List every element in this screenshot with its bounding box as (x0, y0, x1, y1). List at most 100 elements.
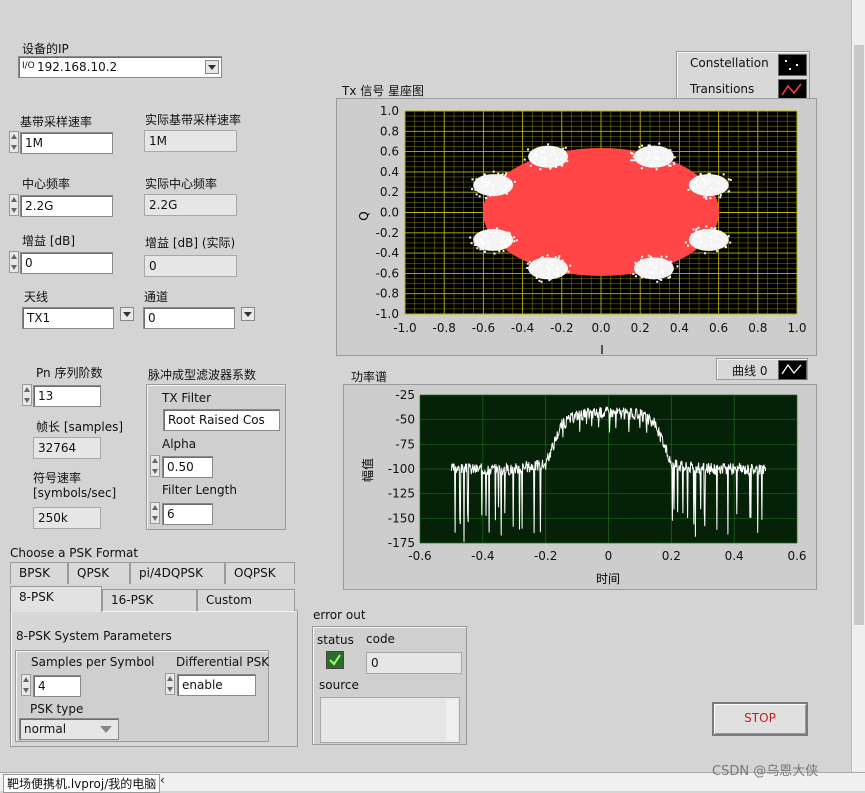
symbol-rate-label-1: 符号速率 (33, 471, 82, 485)
io-icon: I/O (22, 61, 35, 71)
spectrum-graph[interactable]: -0.6 -0.4 -0.2 0 0.2 0.4 0.6 -25 -50 -75 -100 -125 -… (343, 384, 817, 590)
error-source-label: source (319, 678, 359, 692)
pn-order-label: Pn 序列阶数 (36, 366, 103, 380)
spectrum-xtick: -0.2 (534, 549, 557, 563)
error-source-indicator (320, 697, 460, 743)
constellation-ytick: -0.8 (376, 287, 399, 301)
spectrum-xtick: 0 (605, 549, 613, 563)
psk-type-label: PSK type (30, 702, 84, 716)
sps-spinner[interactable] (21, 674, 31, 696)
symbol-rate-indicator: 250k (33, 507, 101, 529)
error-code-indicator: 0 (366, 652, 462, 674)
vertical-scrollbar[interactable] (851, 0, 865, 772)
stop-button[interactable]: STOP (712, 702, 808, 736)
differential-psk-spinner[interactable] (165, 673, 175, 695)
actual-baseband-rate-indicator: 1M (144, 130, 237, 152)
channel-dropdown-button[interactable] (241, 307, 255, 321)
constellation-ytick: 0.4 (380, 165, 399, 179)
spectrum-xtick: -0.4 (471, 549, 494, 563)
transitions-region (483, 148, 719, 276)
spectrum-ytick: -125 (388, 487, 415, 501)
antenna-ring[interactable]: TX1 (22, 307, 114, 329)
tab-8psk[interactable]: 8-PSK (10, 586, 102, 612)
error-status-label: status (317, 633, 354, 647)
device-ip-combo[interactable]: I/O 192.168.10.2 (18, 56, 222, 78)
constellation-ytick: -0.2 (376, 226, 399, 240)
legend-transitions-label: Transitions (690, 82, 755, 96)
filter-group-label: 脉冲成型滤波器系数 (148, 368, 257, 382)
gain-label: 增益 [dB] (22, 234, 76, 248)
status-check-icon (326, 651, 344, 669)
frame-length-label: 帧长 [samples] (36, 420, 124, 434)
constellation-ytick: 0.0 (380, 206, 399, 220)
alpha-spinner[interactable] (150, 455, 160, 477)
spectrum-title: 功率谱 (351, 370, 388, 384)
constellation-title: Tx 信号 星座图 (342, 84, 425, 98)
actual-gain-indicator: 0 (144, 255, 237, 277)
scroll-left-icon[interactable]: ‹ (160, 773, 165, 787)
actual-center-freq-indicator: 2.2G (144, 194, 237, 216)
tab-pi4dqpsk[interactable]: pi/4DQPSK (130, 562, 225, 584)
spectrum-ytick: -50 (395, 413, 415, 427)
symbol-rate-label-2: [symbols/sec] (33, 486, 117, 500)
tx-filter-ring[interactable]: Root Raised Cos (163, 409, 280, 431)
channel-ring[interactable]: 0 (143, 307, 235, 329)
baseband-rate-spinner[interactable] (9, 131, 19, 153)
spectrum-ytick: -100 (388, 462, 415, 476)
spectrum-xlabel: 时间 (596, 572, 620, 586)
filter-length-label: Filter Length (162, 483, 237, 497)
legend-constellation-label: Constellation (690, 56, 769, 70)
center-freq-label: 中心频率 (22, 177, 71, 191)
constellation-xtick: 0.0 (591, 321, 610, 335)
gain-spinner[interactable] (9, 251, 19, 273)
sps-label: Samples per Symbol (31, 655, 155, 669)
filter-length-spinner[interactable] (150, 502, 160, 524)
tab-bpsk[interactable]: BPSK (10, 562, 68, 584)
spectrum-ytick: -175 (388, 536, 415, 550)
baseband-rate-input[interactable]: 1M (20, 132, 113, 154)
psk-type-select[interactable]: normal (19, 718, 119, 740)
constellation-xtick: -0.4 (511, 321, 534, 335)
center-freq-input[interactable]: 2.2G (20, 195, 113, 217)
gain-input[interactable]: 0 (20, 252, 113, 274)
alpha-input[interactable]: 0.50 (162, 456, 213, 478)
antenna-label: 天线 (24, 290, 49, 304)
actual-gain-label: 增益 [dB] (实际) (145, 236, 236, 250)
constellation-ytick: -0.6 (376, 266, 399, 280)
spectrum-xtick: 0.4 (725, 549, 744, 563)
filter-length-input[interactable]: 6 (162, 503, 213, 525)
sps-input[interactable]: 4 (33, 675, 81, 697)
error-code-label: code (366, 632, 395, 646)
constellation-ytick: -1.0 (376, 307, 399, 321)
pn-order-spinner[interactable] (22, 384, 32, 406)
error-out-title: error out (313, 608, 366, 622)
constellation-graph[interactable]: -1.0 -0.8 -0.6 -0.4 -0.2 0.0 0.2 0.4 0.6 0.8 1.0 1.… (336, 98, 817, 356)
watermark: CSDN @乌恩大侠 (712, 764, 819, 779)
spectrum-ytick: -150 (388, 511, 415, 525)
device-ip-label: 设备的IP (22, 42, 69, 56)
center-freq-spinner[interactable] (9, 194, 19, 216)
spectrum-ylabel: 幅值 (360, 458, 375, 482)
differential-psk-ring[interactable]: enable (177, 674, 256, 696)
legend-constellation-swatch (778, 54, 807, 76)
constellation-ytick: -0.4 (376, 246, 399, 260)
spectrum-legend-label: 曲线 0 (732, 364, 768, 378)
tab-qpsk[interactable]: QPSK (68, 562, 130, 584)
constellation-xtick: -0.2 (550, 321, 573, 335)
tab-custom[interactable]: Custom (197, 589, 295, 611)
actual-baseband-rate-label: 实际基带采样速率 (145, 113, 242, 127)
spectrum-xtick: 0.6 (787, 549, 806, 563)
device-ip-dropdown-button[interactable] (205, 60, 219, 74)
tab-16psk[interactable]: 16-PSK (102, 589, 197, 611)
alpha-label: Alpha (162, 437, 197, 451)
channel-label: 通道 (144, 290, 169, 304)
spectrum-legend-swatch (778, 360, 807, 380)
antenna-dropdown-button[interactable] (120, 307, 134, 321)
source-scrollbar[interactable] (446, 699, 458, 741)
pn-order-input[interactable]: 13 (33, 385, 101, 407)
actual-center-freq-label: 实际中心频率 (145, 177, 218, 191)
tab-oqpsk[interactable]: OQPSK (225, 562, 295, 584)
constellation-xtick: -1.0 (393, 321, 416, 335)
constellation-xtick: 0.4 (670, 321, 689, 335)
constellation-xtick: -0.6 (472, 321, 495, 335)
